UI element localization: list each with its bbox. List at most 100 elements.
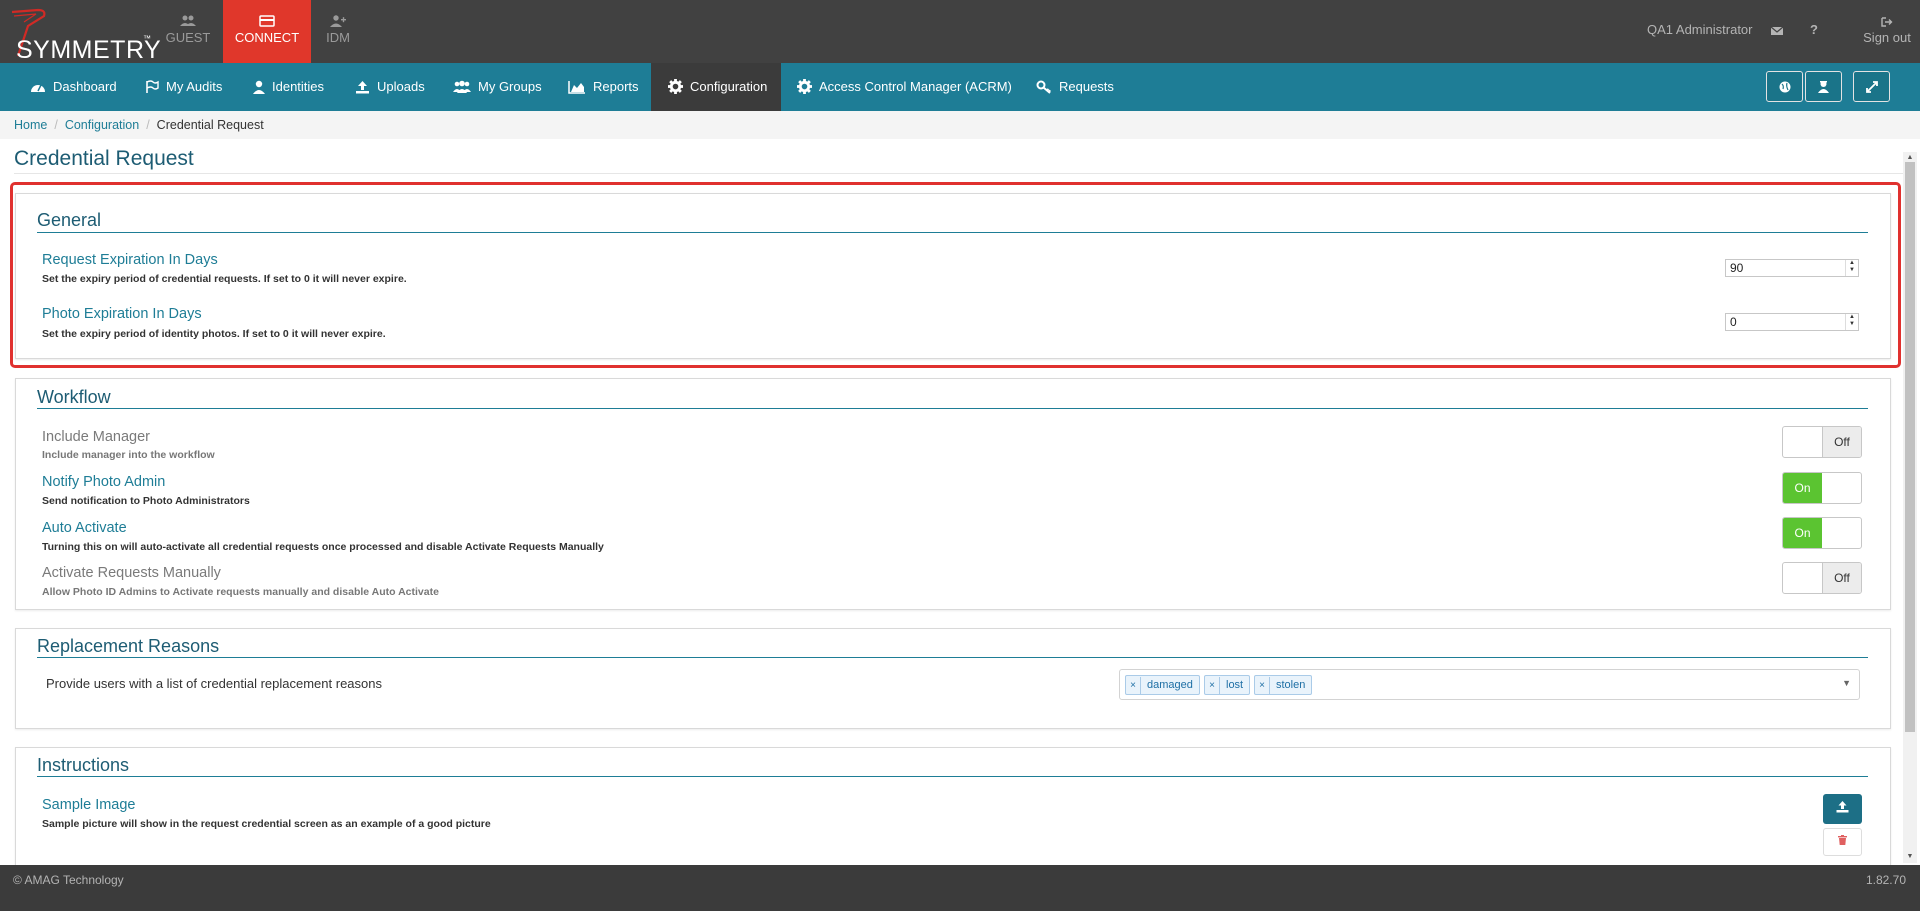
help-icon[interactable]: ? — [1810, 22, 1818, 37]
group-icon — [453, 80, 471, 93]
footer-version: 1.82.70 — [1865, 873, 1906, 887]
nav-reports[interactable]: Reports — [568, 63, 639, 111]
setting-desc-auto-activate: Turning this on will auto-activate all c… — [42, 541, 604, 553]
top-header: SYMMETRY ™ GUEST CONNECT IDM QA1 Adminis… — [0, 0, 1920, 64]
nav-dashboard[interactable]: Dashboard — [30, 63, 117, 111]
sign-out-label: Sign out — [1863, 30, 1911, 45]
users-icon — [180, 15, 196, 26]
setting-title-sample-image: Sample Image — [42, 797, 136, 813]
logo-wordmark: SYMMETRY — [16, 36, 162, 64]
nav-label: Reports — [593, 79, 639, 94]
page-scrollbar[interactable]: ▲ ▼ — [1903, 152, 1917, 863]
upload-icon — [356, 81, 369, 94]
breadcrumb-current: Credential Request — [156, 118, 264, 132]
activate-manually-toggle[interactable]: Off — [1782, 562, 1862, 594]
user-plus-icon — [330, 15, 346, 27]
key-icon — [1036, 80, 1052, 94]
nav-label: Requests — [1059, 79, 1114, 94]
auto-activate-toggle[interactable]: On — [1782, 517, 1862, 549]
user-secret-button[interactable] — [1805, 71, 1842, 102]
nav-label: Configuration — [690, 79, 768, 94]
tag-label: stolen — [1276, 679, 1306, 691]
trash-icon — [1838, 835, 1847, 845]
breadcrumb-configuration[interactable]: Configuration — [65, 118, 139, 132]
envelope-icon[interactable] — [1770, 24, 1784, 39]
nav-my-groups[interactable]: My Groups — [453, 63, 542, 111]
nav-acrm[interactable]: Access Control Manager (ACRM) — [797, 63, 1012, 111]
panel-title-replacement: Replacement Reasons — [37, 636, 220, 656]
chevron-down-icon[interactable]: ▼ — [1842, 678, 1851, 688]
tag-lost: × lost — [1204, 675, 1251, 695]
setting-title-include-manager: Include Manager — [42, 429, 151, 445]
sign-out-icon — [1881, 17, 1893, 27]
tag-remove-icon[interactable]: × — [1255, 677, 1270, 695]
upload-icon — [1836, 801, 1849, 813]
upload-image-button[interactable] — [1823, 794, 1862, 824]
instructions-panel: Instructions Sample Image Sample picture… — [15, 747, 1891, 872]
tag-damaged: × damaged — [1125, 675, 1200, 695]
user-secret-icon — [1818, 81, 1829, 93]
nav-label: Access Control Manager (ACRM) — [819, 79, 1012, 94]
card-icon — [259, 15, 275, 27]
setting-desc-notify-photo-admin: Send notification to Photo Administrator… — [42, 495, 250, 507]
nav-label: My Audits — [166, 79, 223, 94]
fullscreen-button[interactable] — [1853, 71, 1890, 102]
include-manager-toggle[interactable]: Off — [1782, 426, 1862, 458]
tag-remove-icon[interactable]: × — [1205, 677, 1220, 695]
page-title: Credential Request — [14, 147, 194, 170]
delete-image-button[interactable] — [1823, 828, 1862, 856]
tag-stolen: × stolen — [1254, 675, 1313, 695]
expand-icon — [1865, 81, 1878, 93]
toggle-state: Off — [1822, 563, 1861, 593]
highlight-box — [10, 182, 1901, 368]
setting-desc-sample-image: Sample picture will show in the request … — [42, 818, 491, 830]
setting-title-auto-activate: Auto Activate — [42, 520, 127, 536]
tag-remove-icon[interactable]: × — [1126, 677, 1141, 695]
scroll-down-icon[interactable]: ▼ — [1903, 851, 1917, 863]
panel-divider — [37, 657, 1868, 658]
user-icon — [253, 80, 265, 94]
app-tab-label: IDM — [326, 30, 350, 45]
setting-title-notify-photo-admin: Notify Photo Admin — [42, 474, 166, 490]
globe-button[interactable] — [1766, 71, 1803, 102]
toggle-state: Off — [1822, 427, 1861, 457]
app-tab-guest[interactable]: GUEST — [144, 0, 232, 63]
nav-label: Identities — [272, 79, 325, 94]
panel-divider — [37, 776, 1868, 777]
nav-configuration[interactable]: Configuration — [651, 63, 781, 111]
sign-out-button[interactable]: Sign out — [1852, 15, 1920, 45]
main-nav: Dashboard My Audits Identities Uploads M… — [0, 63, 1920, 111]
footer: © AMAG Technology 1.82.70 — [0, 865, 1920, 911]
notify-photo-admin-toggle[interactable]: On — [1782, 472, 1862, 504]
breadcrumb: Home / Configuration / Credential Request — [0, 111, 1920, 139]
nav-identities[interactable]: Identities — [253, 63, 324, 111]
app-tab-label: GUEST — [165, 30, 211, 45]
dashboard-icon — [31, 84, 45, 92]
gear-icon — [797, 79, 812, 94]
breadcrumb-home[interactable]: Home — [14, 118, 47, 132]
tag-label: lost — [1226, 679, 1244, 691]
toggle-state: On — [1783, 473, 1822, 503]
symmetry-logo[interactable]: SYMMETRY ™ — [8, 8, 161, 64]
setting-desc-include-manager: Include manager into the workflow — [42, 449, 215, 461]
nav-requests[interactable]: Requests — [1036, 63, 1114, 111]
title-divider — [14, 173, 1903, 174]
panel-title-workflow: Workflow — [37, 387, 111, 407]
scrollbar-thumb[interactable] — [1905, 162, 1915, 732]
flag-icon — [146, 80, 159, 93]
footer-copyright: © AMAG Technology — [13, 873, 124, 887]
breadcrumb-separator: / — [146, 118, 150, 132]
nav-uploads[interactable]: Uploads — [355, 63, 425, 111]
panel-title-instructions: Instructions — [37, 755, 130, 775]
nav-label: Dashboard — [53, 79, 117, 94]
app-tab-idm[interactable]: IDM — [294, 0, 382, 63]
breadcrumb-separator: / — [54, 118, 58, 132]
workflow-panel: Workflow Include Manager Include manager… — [15, 378, 1891, 610]
replacement-reasons-select[interactable]: × damaged × lost × stolen ▼ — [1119, 669, 1860, 700]
panel-divider — [37, 408, 1868, 409]
area-chart-icon — [568, 81, 585, 94]
user-name[interactable]: QA1 Administrator — [1647, 22, 1753, 37]
nav-my-audits[interactable]: My Audits — [145, 63, 222, 111]
tag-label: damaged — [1147, 679, 1193, 691]
gear-icon — [668, 79, 683, 94]
